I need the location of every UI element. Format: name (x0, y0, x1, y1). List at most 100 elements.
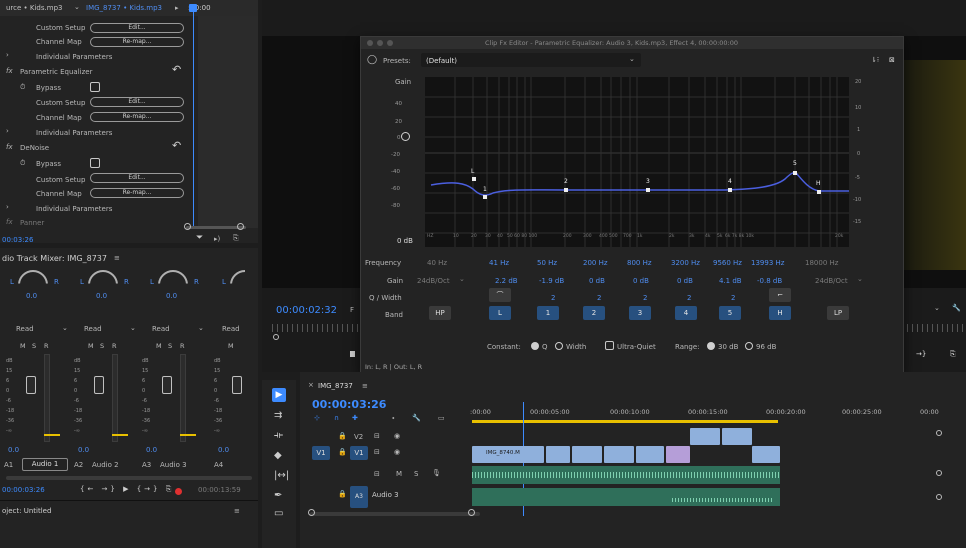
automation-mode[interactable]: Read (152, 325, 170, 333)
band-3-button[interactable]: 3 (629, 306, 651, 320)
playhead-marker[interactable] (189, 4, 197, 12)
fit-dropdown[interactable]: F (350, 306, 354, 314)
menu-icon[interactable]: ≡ (362, 382, 368, 390)
zoom-handle[interactable] (184, 223, 191, 230)
menu-icon[interactable]: ≡ (114, 254, 120, 262)
fader-handle[interactable] (94, 376, 104, 394)
chevron-down-icon[interactable]: ⌄ (198, 324, 204, 332)
effect-name[interactable]: Parametric Equalizer (20, 68, 92, 76)
reset-icon[interactable]: ↶ (172, 139, 181, 152)
freq-hp[interactable]: 40 Hz (427, 259, 447, 267)
chevron-down-icon[interactable]: ⌄ (857, 275, 863, 283)
timeline-timecode[interactable]: 00:00:03:26 (312, 398, 386, 411)
insert-icon[interactable]: →} (916, 350, 926, 358)
range-30-radio[interactable] (707, 342, 715, 350)
expand-icon[interactable]: › (6, 127, 9, 135)
video-clip[interactable] (636, 446, 664, 463)
mute-button[interactable]: M (20, 342, 26, 350)
chevron-down-icon[interactable]: ⌄ (459, 275, 465, 283)
captions-icon[interactable]: ▭ (438, 414, 445, 422)
minimize-icon[interactable] (377, 40, 383, 46)
play-audio-icon[interactable]: ▸) (214, 235, 220, 243)
edit-button[interactable]: Edit... (90, 23, 184, 33)
timeline-scrollbar[interactable] (310, 512, 480, 516)
bypass-checkbox[interactable] (90, 158, 100, 168)
remap-button[interactable]: Re-map... (90, 37, 184, 47)
mute-button[interactable]: M (228, 342, 234, 350)
transport-icons[interactable]: {← →} ▶ {→} ⎘ (80, 485, 174, 494)
track-target[interactable]: V1 (350, 446, 368, 460)
freq-lp[interactable]: 18000 Hz (805, 259, 838, 267)
mic-icon[interactable]: 🎙 (432, 469, 441, 477)
range-96-radio[interactable] (745, 342, 753, 350)
scroll-handle[interactable] (936, 470, 942, 476)
track-name[interactable]: Audio 2 (92, 461, 119, 469)
lock-icon[interactable]: 🔒 (338, 448, 347, 456)
eye-icon[interactable]: ◉ (394, 448, 400, 456)
record-button[interactable]: R (44, 342, 49, 350)
mixer-scrollbar[interactable] (6, 476, 252, 480)
expand-icon[interactable]: › (6, 51, 9, 59)
track-name[interactable]: Audio 1 (22, 458, 68, 471)
gain-lp[interactable]: 24dB/Oct (815, 277, 848, 285)
edit-button[interactable]: Edit... (90, 173, 184, 183)
close-icon[interactable] (367, 40, 373, 46)
video-clip[interactable] (572, 446, 602, 463)
low-shelf-shape-icon[interactable]: ⌒ (489, 288, 511, 302)
edit-button[interactable]: Edit... (90, 97, 184, 107)
solo-button[interactable]: S (32, 342, 36, 350)
stopwatch-icon[interactable]: ⏱ (20, 83, 25, 92)
filter-icon[interactable]: ⏷ (196, 233, 203, 243)
pan-value[interactable]: 0.0 (96, 292, 107, 300)
record-button[interactable]: R (112, 342, 117, 350)
track-select-icon[interactable]: ⇉ (274, 410, 282, 421)
solo-button[interactable]: S (414, 470, 418, 478)
zoom-handle[interactable] (308, 509, 315, 516)
audio-clip[interactable] (472, 488, 780, 506)
pan-value[interactable]: 0.0 (26, 292, 37, 300)
fader-handle[interactable] (162, 376, 172, 394)
rectangle-icon[interactable]: ▭ (274, 508, 283, 519)
snap-icon[interactable]: ⊹ (314, 414, 320, 422)
program-timecode[interactable]: 00:00:02:32 (276, 305, 337, 316)
band-H-button[interactable]: H (769, 306, 791, 320)
fader-handle[interactable] (232, 376, 242, 394)
automation-mode[interactable]: Read (222, 325, 240, 333)
delete-preset-icon[interactable]: ⊠ (889, 56, 895, 64)
q-radio[interactable] (531, 342, 539, 350)
video-clip[interactable] (604, 446, 634, 463)
pan-knob[interactable] (230, 270, 245, 284)
close-icon[interactable]: × (308, 381, 314, 389)
q-5[interactable]: 2 (731, 294, 735, 302)
video-clip[interactable] (666, 446, 690, 463)
fader-value[interactable]: 0.0 (218, 446, 229, 454)
remap-button[interactable]: Re-map... (90, 188, 184, 198)
power-icon[interactable]: ◯ (367, 55, 377, 65)
lock-icon[interactable]: 🔒 (338, 432, 347, 440)
mute-button[interactable]: M (396, 470, 402, 478)
pan-value[interactable]: 0.0 (166, 292, 177, 300)
wrench-icon[interactable]: 🔧 (952, 304, 961, 312)
gain-4[interactable]: 0 dB (677, 277, 693, 285)
wrench-icon[interactable]: 🔧 (412, 414, 421, 422)
video-clip[interactable] (546, 446, 570, 463)
marker-icon[interactable] (350, 351, 355, 357)
chevron-down-icon[interactable]: ⌄ (62, 324, 68, 332)
automation-mode[interactable]: Read (84, 325, 102, 333)
pen-icon[interactable]: ✒ (274, 490, 282, 501)
freq-4[interactable]: 3200 Hz (671, 259, 700, 267)
chevron-down-icon[interactable]: ⌄ (130, 324, 136, 332)
effect-name[interactable]: Panner (20, 219, 44, 227)
mute-button[interactable]: M (88, 342, 94, 350)
freq-2[interactable]: 200 Hz (583, 259, 608, 267)
play-icon[interactable]: ▸ (175, 4, 179, 12)
maximize-icon[interactable] (387, 40, 393, 46)
gain-hp[interactable]: 24dB/Oct (417, 277, 450, 285)
v1-source-patch[interactable]: V1 (312, 446, 330, 460)
record-button[interactable]: R (180, 342, 185, 350)
current-time[interactable]: 00:03:26 (2, 236, 33, 244)
menu-icon[interactable]: ≡ (234, 507, 240, 515)
gain-L[interactable]: 2.2 dB (495, 277, 518, 285)
marker-icon[interactable]: ✚ (352, 414, 358, 422)
razor-icon[interactable]: ◆ (274, 450, 282, 461)
